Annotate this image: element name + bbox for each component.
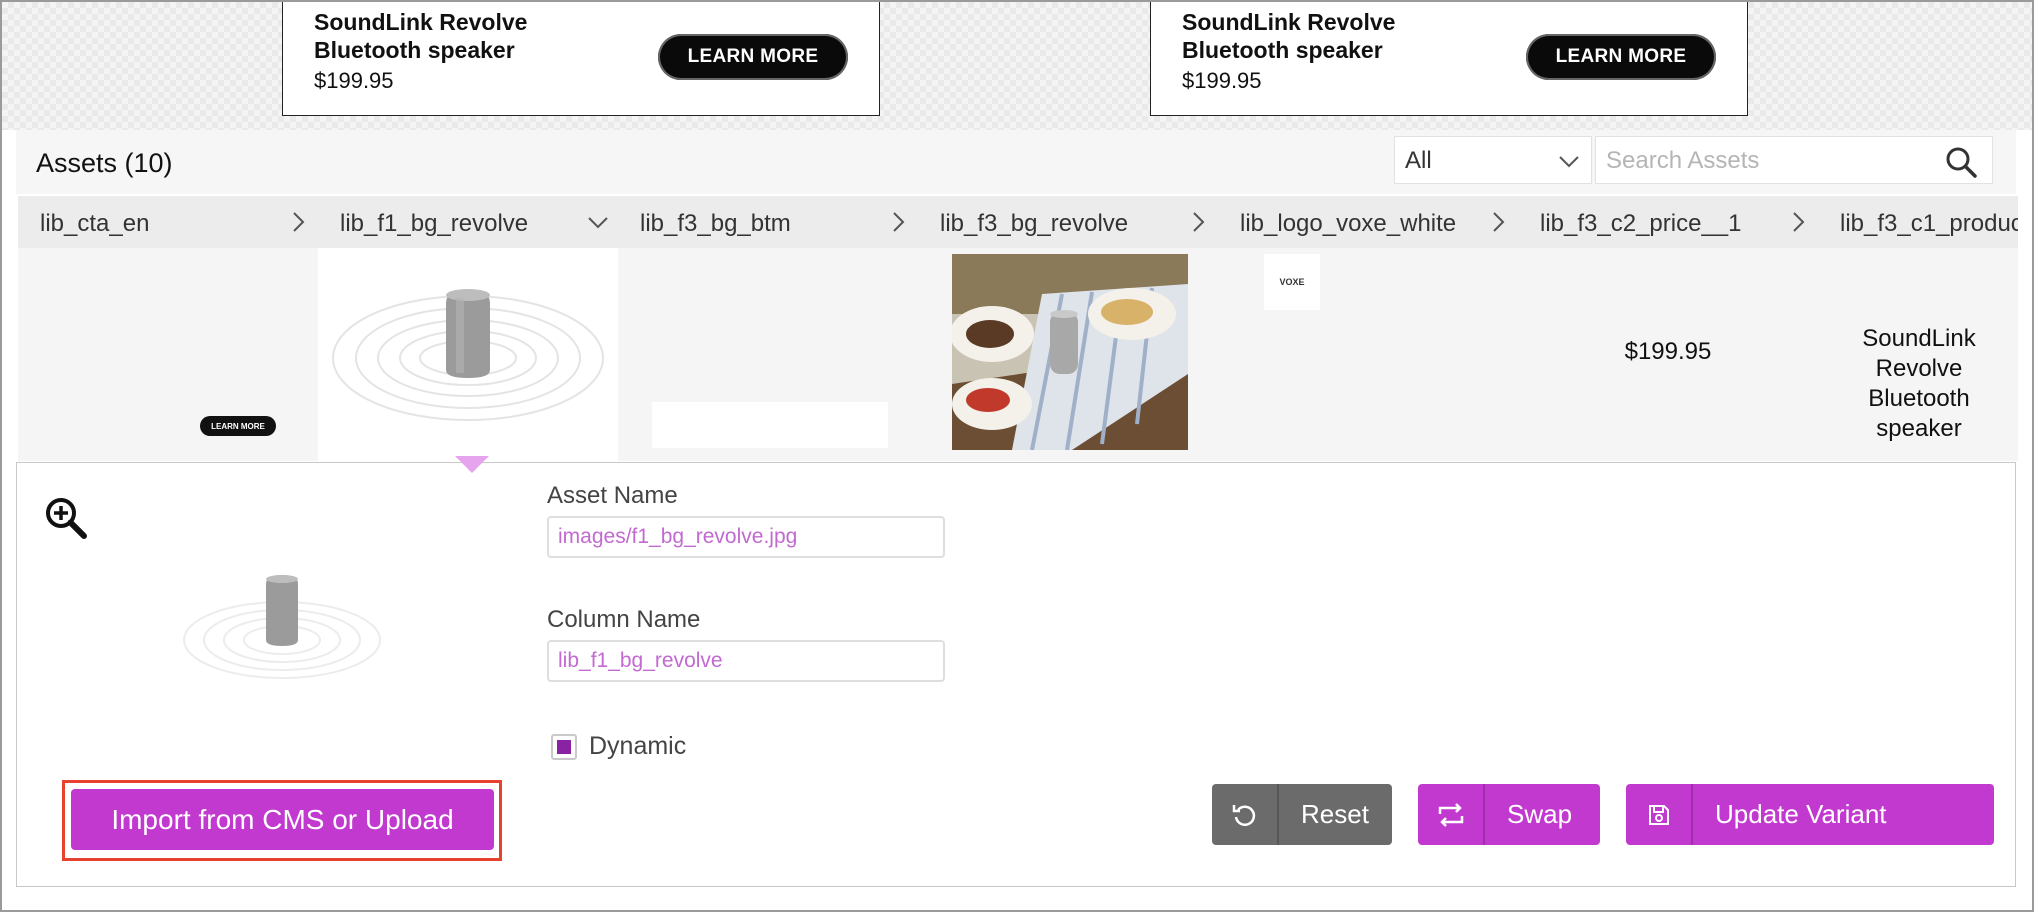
search-icon[interactable] — [1944, 145, 1978, 179]
chevron-right-icon[interactable] — [1486, 210, 1510, 234]
picnic-photo-thumbnail — [952, 254, 1188, 450]
checkbox-check — [557, 740, 571, 754]
banner-product-name: SoundLink Revolve Bluetooth speaker — [314, 9, 528, 63]
dynamic-label: Dynamic — [589, 732, 687, 760]
learn-more-button[interactable]: LEARN MORE — [658, 34, 848, 80]
banner-price: $199.95 — [314, 68, 394, 93]
column-preview: $199.95 — [1518, 248, 1818, 461]
column-name: lib_f3_bg_btm — [640, 210, 791, 237]
banner-preview-2: SoundLink Revolve Bluetooth speaker $199… — [1150, 2, 1748, 116]
banner-preview-1: SoundLink Revolve Bluetooth speaker $199… — [282, 2, 880, 116]
chevron-right-icon[interactable] — [1786, 210, 1810, 234]
learn-more-button[interactable]: LEARN MORE — [1526, 34, 1716, 80]
column-preview — [618, 248, 918, 461]
asset-column[interactable]: lib_f3_c2_price__1 $199.95 — [1518, 196, 1818, 461]
dynamic-checkbox[interactable] — [551, 734, 577, 760]
undo-icon — [1212, 784, 1279, 845]
swap-icon — [1418, 784, 1485, 845]
update-variant-button[interactable]: Update Variant — [1626, 784, 1994, 845]
chevron-right-icon[interactable] — [286, 210, 310, 234]
asset-column[interactable]: lib_f3_c1_product SoundLink Revolve Blue… — [1818, 196, 2018, 461]
column-header[interactable]: lib_f3_c2_price__1 — [1518, 196, 1818, 248]
column-header[interactable]: lib_cta_en — [18, 196, 318, 248]
chevron-down-icon[interactable] — [586, 210, 610, 234]
banner-product-name: SoundLink Revolve Bluetooth speaker — [1182, 9, 1396, 63]
column-header[interactable]: lib_f3_bg_revolve — [918, 196, 1218, 248]
save-icon — [1626, 784, 1693, 845]
asset-column[interactable]: lib_f3_bg_revolve — [918, 196, 1218, 461]
column-name: lib_f3_bg_revolve — [940, 210, 1129, 237]
blank-thumbnail — [652, 402, 888, 448]
asset-column-selected[interactable]: lib_f1_bg_revolve — [318, 196, 618, 461]
column-preview: SoundLink Revolve Bluetooth speaker — [1818, 248, 2018, 461]
banner-price: $199.95 — [1182, 68, 1262, 93]
zoom-in-icon[interactable] — [44, 496, 88, 540]
asset-filter-select[interactable]: All — [1394, 136, 1592, 184]
column-header[interactable]: lib_logo_voxe_white — [1218, 196, 1518, 248]
asset-columns-strip: lib_cta_en LEARN MORE lib_f1_bg_revolve — [18, 196, 2018, 461]
reset-label: Reset — [1301, 799, 1369, 829]
product-text-preview: SoundLink Revolve Bluetooth speaker — [1862, 325, 1976, 442]
column-name-field[interactable] — [547, 640, 945, 682]
selection-pointer — [455, 456, 489, 473]
update-variant-label: Update Variant — [1715, 799, 1887, 829]
chevron-right-icon[interactable] — [886, 210, 910, 234]
swap-button[interactable]: Swap — [1418, 784, 1600, 845]
chevron-down-icon — [1559, 156, 1579, 168]
column-header[interactable]: lib_f3_bg_btm — [618, 196, 918, 248]
column-name: lib_f3_c1_product — [1840, 210, 2018, 237]
column-header[interactable]: lib_f1_bg_revolve — [318, 196, 618, 248]
asset-preview-image — [183, 575, 381, 679]
column-preview: LEARN MORE — [18, 248, 318, 461]
price-text-preview: $199.95 — [1624, 338, 1712, 365]
asset-column[interactable]: lib_logo_voxe_white VOXE — [1218, 196, 1518, 461]
column-header[interactable]: lib_f3_c1_product — [1818, 196, 2018, 248]
search-input[interactable] — [1604, 145, 1938, 177]
logo-thumbnail: VOXE — [1264, 254, 1320, 310]
asset-name-label: Asset Name — [547, 482, 678, 509]
column-preview — [918, 248, 1218, 461]
chevron-right-icon[interactable] — [1186, 210, 1210, 234]
swap-label: Swap — [1507, 799, 1573, 829]
column-name: lib_f3_c2_price__1 — [1540, 210, 1742, 237]
assets-title: Assets (10) — [36, 148, 173, 178]
column-name: lib_f1_bg_revolve — [340, 210, 529, 237]
reset-button[interactable]: Reset — [1212, 784, 1392, 845]
column-preview — [318, 248, 618, 461]
search-box — [1595, 136, 1993, 184]
column-preview: VOXE — [1218, 248, 1518, 461]
column-name: lib_cta_en — [40, 210, 150, 237]
import-upload-button[interactable]: Import from CMS or Upload — [71, 789, 494, 850]
asset-name-field[interactable] — [547, 516, 945, 558]
column-name: lib_logo_voxe_white — [1240, 210, 1457, 237]
filter-value: All — [1405, 147, 1432, 174]
asset-column[interactable]: lib_f3_bg_btm — [618, 196, 918, 461]
speaker-thumbnail — [332, 289, 604, 421]
column-name-label: Column Name — [547, 606, 701, 633]
cta-thumbnail: LEARN MORE — [200, 416, 276, 436]
asset-column[interactable]: lib_cta_en LEARN MORE — [18, 196, 318, 461]
